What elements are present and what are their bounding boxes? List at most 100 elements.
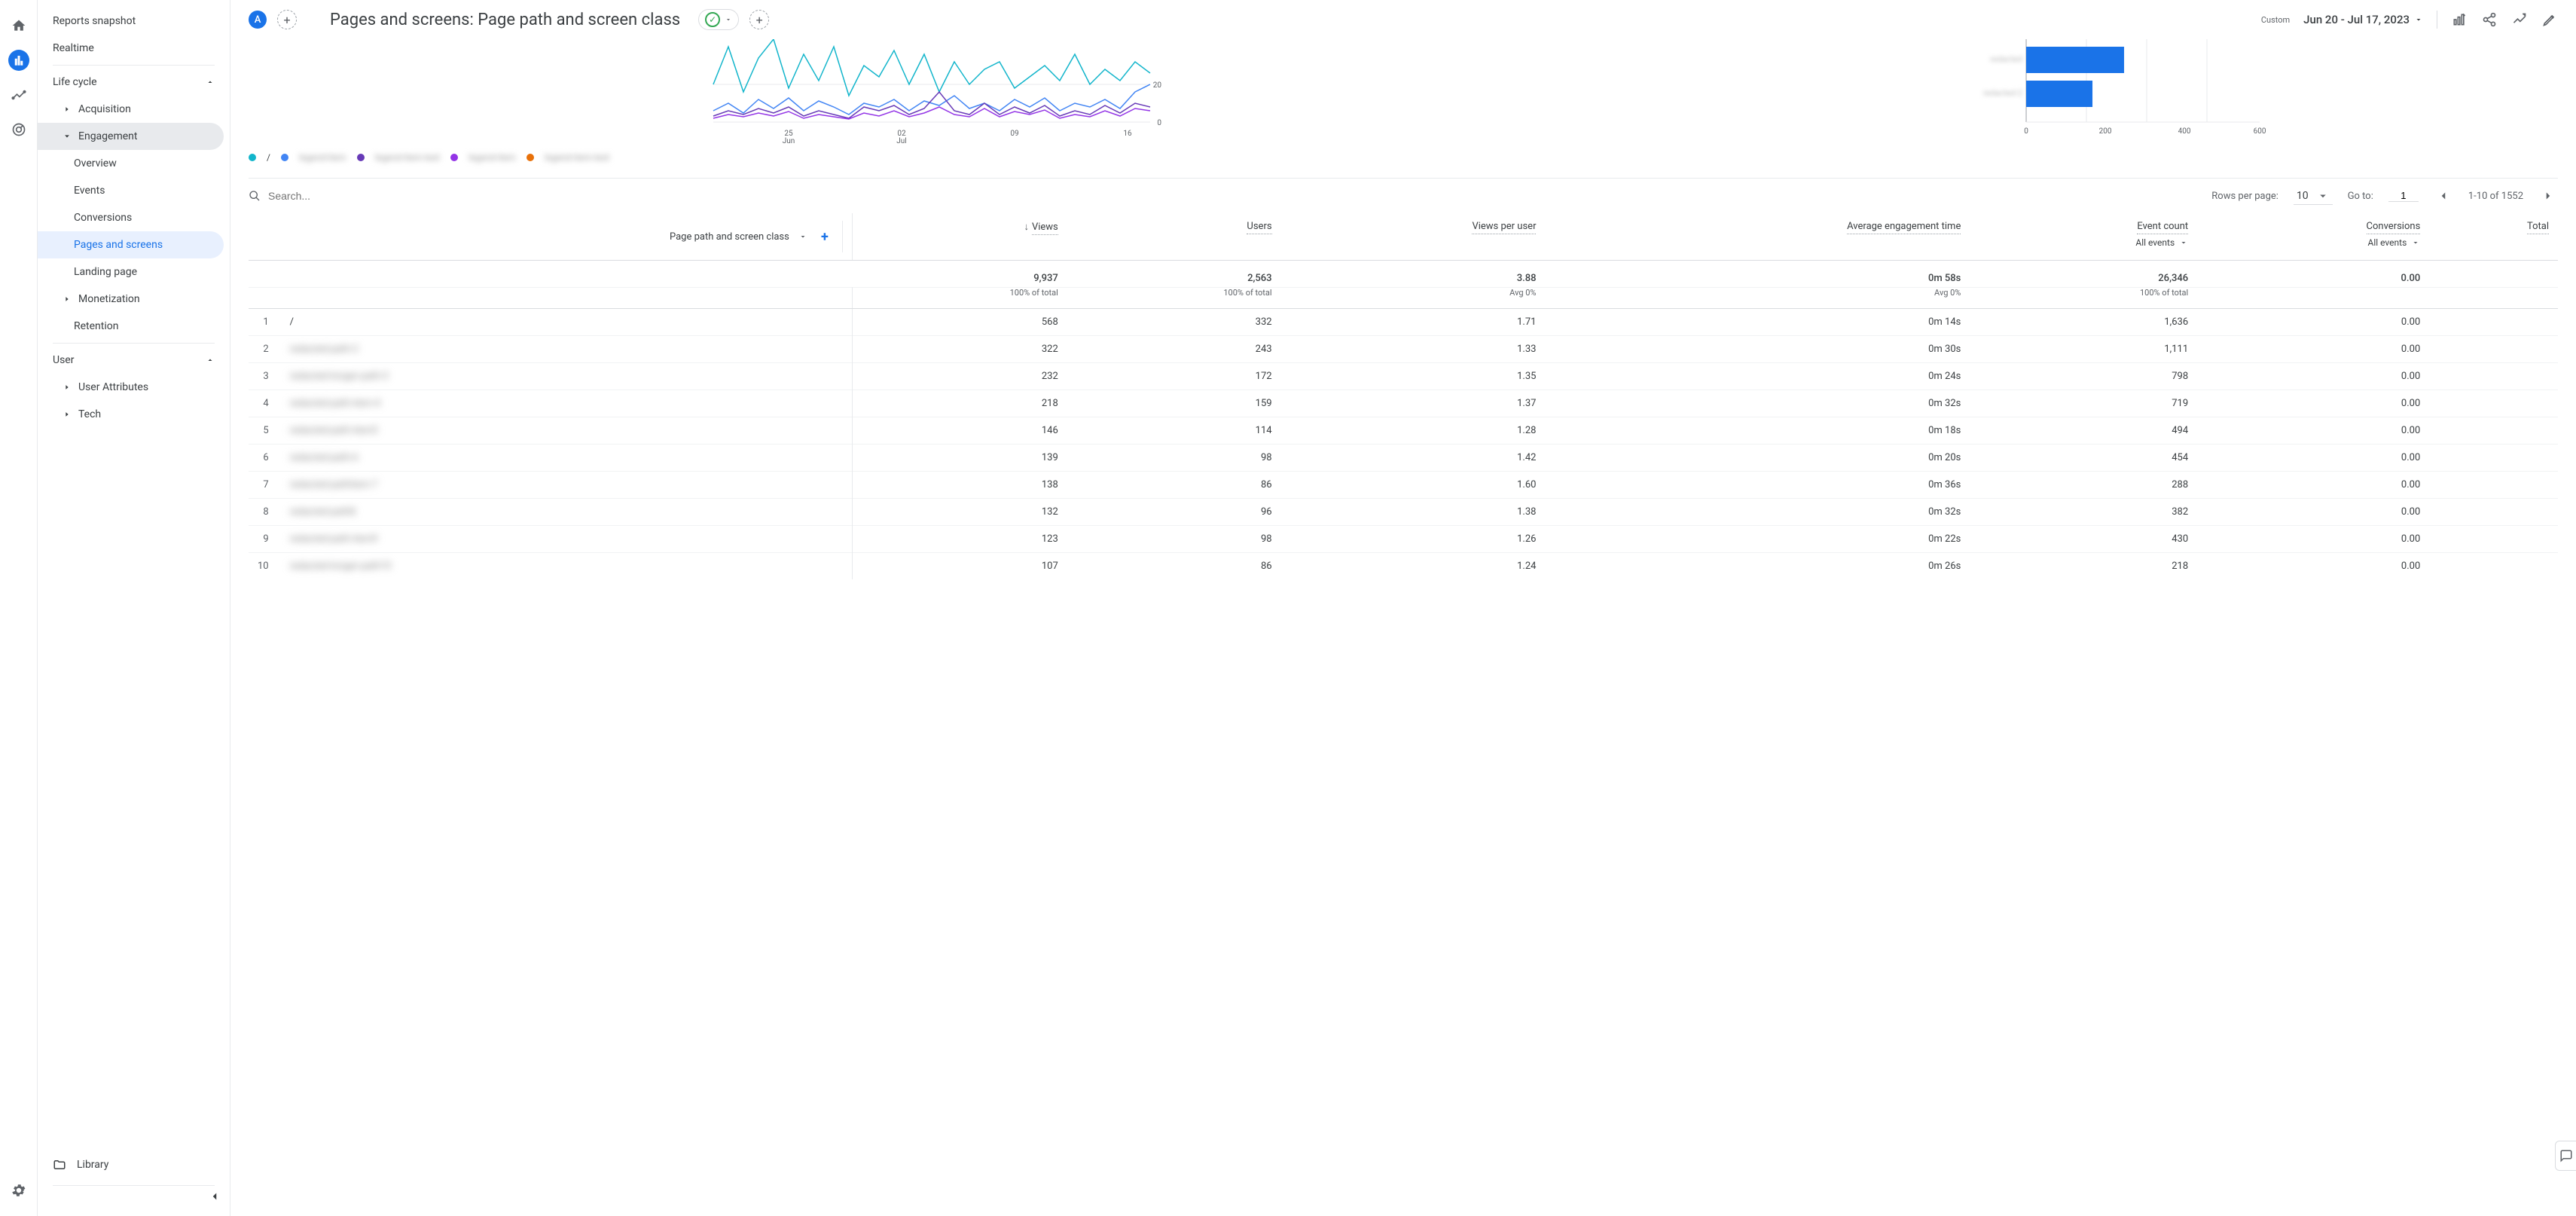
- chevron-down-icon: [2414, 15, 2423, 24]
- chevron-down-icon[interactable]: [798, 232, 807, 241]
- chevron-right-icon: [63, 383, 71, 391]
- table-row[interactable]: 1/5683321.710m 14s1,6360.00: [249, 309, 2558, 336]
- col-avg-engagement[interactable]: Average engagement time: [1847, 221, 1961, 234]
- chevron-right-icon: [63, 411, 71, 418]
- sidebar: Reports snapshot Realtime Life cycle Acq…: [38, 0, 230, 1216]
- table-row[interactable]: 10redacted-longer-path10107861.240m 26s2…: [249, 553, 2558, 580]
- add-comparison-button[interactable]: +: [277, 10, 297, 29]
- summary-row: 9,937 2,563 3.88 0m 58s 26,346 0.00: [249, 261, 2558, 288]
- svg-text:Jul: Jul: [896, 137, 906, 145]
- edit-icon[interactable]: [2541, 11, 2558, 28]
- svg-text:16: 16: [1123, 130, 1132, 138]
- chevron-right-icon: [63, 295, 71, 303]
- status-chip[interactable]: ✓: [698, 9, 739, 30]
- advertising-icon[interactable]: [8, 119, 29, 140]
- left-rail: [0, 0, 38, 1216]
- explore-icon[interactable]: [8, 84, 29, 105]
- sidebar-user-label: User: [53, 354, 74, 366]
- table-row[interactable]: 7redacted-pathitem-7138861.600m 36s2880.…: [249, 472, 2558, 499]
- chevron-up-icon: [206, 356, 215, 365]
- conversions-filter[interactable]: All events: [2368, 237, 2421, 248]
- next-page-button[interactable]: [2538, 186, 2558, 206]
- dimension-header[interactable]: Page path and screen class: [670, 231, 789, 243]
- svg-text:redacted: redacted: [1990, 54, 2022, 64]
- table-row[interactable]: 6redacted-path-6139981.420m 20s4540.00: [249, 445, 2558, 472]
- sidebar-engagement[interactable]: Engagement: [38, 123, 224, 150]
- feedback-icon: [2559, 1149, 2573, 1163]
- chevron-down-icon: [63, 133, 71, 140]
- col-views[interactable]: Views: [1032, 222, 1058, 235]
- sidebar-life-cycle-label: Life cycle: [53, 76, 97, 88]
- sidebar-engagement-landing-page[interactable]: Landing page: [38, 258, 230, 286]
- prev-page-button[interactable]: [2434, 186, 2453, 206]
- sidebar-acquisition[interactable]: Acquisition: [38, 96, 230, 123]
- event-count-filter[interactable]: All events: [2135, 237, 2188, 248]
- goto-input[interactable]: [2388, 190, 2419, 202]
- folder-icon: [53, 1158, 66, 1172]
- chevron-down-icon: [725, 16, 732, 23]
- svg-text:0: 0: [2024, 127, 2028, 136]
- col-users[interactable]: Users: [1247, 221, 1271, 234]
- sidebar-retention[interactable]: Retention: [38, 313, 230, 340]
- settings-icon[interactable]: [8, 1180, 29, 1201]
- sidebar-monetization[interactable]: Monetization: [38, 286, 230, 313]
- sidebar-life-cycle[interactable]: Life cycle: [38, 69, 230, 96]
- feedback-tab[interactable]: [2555, 1141, 2576, 1171]
- sidebar-tech[interactable]: Tech: [38, 401, 230, 428]
- customize-report-icon[interactable]: [2451, 11, 2468, 28]
- home-icon[interactable]: [8, 15, 29, 36]
- chevron-right-icon: [63, 105, 71, 113]
- legend-item-1: /: [267, 152, 270, 163]
- collapse-sidebar-button[interactable]: [203, 1184, 227, 1208]
- svg-text:redacted-2: redacted-2: [1983, 88, 2022, 98]
- reports-icon[interactable]: [8, 50, 29, 71]
- col-total[interactable]: Total: [2527, 221, 2549, 234]
- sidebar-realtime[interactable]: Realtime: [38, 35, 230, 62]
- add-dimension-button[interactable]: +: [816, 228, 833, 245]
- sidebar-user[interactable]: User: [38, 347, 230, 374]
- data-table: Page path and screen class + ↓Views User…: [249, 213, 2558, 579]
- date-range-picker[interactable]: Jun 20 - Jul 17, 2023: [2303, 13, 2423, 26]
- table-row[interactable]: 5redacted-path-item51461141.280m 18s4940…: [249, 417, 2558, 445]
- topbar: A + Pages and screens: Page path and scr…: [230, 0, 2576, 39]
- sidebar-engagement-overview[interactable]: Overview: [38, 150, 230, 177]
- segment-chip-all-users[interactable]: A: [249, 11, 267, 29]
- check-icon: ✓: [705, 12, 720, 27]
- insights-icon[interactable]: [2511, 11, 2528, 28]
- table-row[interactable]: 8redacted-path8132961.380m 32s3820.00: [249, 499, 2558, 526]
- table-row[interactable]: 4redacted-path-item-42181591.370m 32s719…: [249, 390, 2558, 417]
- sidebar-reports-snapshot[interactable]: Reports snapshot: [38, 8, 230, 35]
- col-conversions[interactable]: Conversions: [2367, 221, 2421, 234]
- col-views-per-user[interactable]: Views per user: [1472, 221, 1536, 234]
- share-icon[interactable]: [2481, 11, 2498, 28]
- svg-text:600: 600: [2254, 127, 2266, 136]
- goto-label: Go to:: [2348, 191, 2373, 202]
- table-controls: Rows per page: 10 Go to: 1-10 of 1552: [249, 178, 2558, 213]
- sidebar-library[interactable]: Library: [38, 1147, 230, 1182]
- search-input[interactable]: [268, 190, 419, 202]
- date-custom-label: Custom: [2261, 15, 2290, 25]
- chevron-left-icon: [208, 1190, 221, 1203]
- pager-range: 1-10 of 1552: [2468, 191, 2523, 202]
- add-filter-button[interactable]: +: [749, 10, 769, 29]
- table-row[interactable]: 9redacted-path-item9123981.260m 22s4300.…: [249, 526, 2558, 553]
- table-row[interactable]: 3redacted-longer-path-32321721.350m 24s7…: [249, 363, 2558, 390]
- sort-arrow-icon[interactable]: ↓: [1024, 222, 1029, 233]
- line-chart: 20 0 25 Jun 02 Jul 09: [249, 39, 1630, 163]
- bar-chart: redacted redacted-2 0 200 400 600: [1660, 39, 2558, 163]
- svg-text:200: 200: [2099, 127, 2112, 136]
- summary-sub-row: 100% of total 100% of total Avg 0% Avg 0…: [249, 288, 2558, 309]
- line-chart-legend: / legend-item legend-item-text legend-it…: [249, 152, 1630, 163]
- svg-text:09: 09: [1010, 130, 1018, 138]
- col-event-count[interactable]: Event count: [2137, 221, 2188, 234]
- sidebar-engagement-conversions[interactable]: Conversions: [38, 204, 230, 231]
- rows-per-page-select[interactable]: 10: [2294, 188, 2333, 205]
- sidebar-engagement-events[interactable]: Events: [38, 177, 230, 204]
- svg-text:20: 20: [1153, 81, 1162, 90]
- chevron-down-icon: [2316, 189, 2330, 203]
- table-row[interactable]: 2redacted-path-23222431.330m 30s1,1110.0…: [249, 336, 2558, 363]
- sidebar-engagement-pages-screens[interactable]: Pages and screens: [38, 231, 224, 258]
- chevron-up-icon: [206, 78, 215, 87]
- svg-text:400: 400: [2178, 127, 2191, 136]
- sidebar-user-attributes[interactable]: User Attributes: [38, 374, 230, 401]
